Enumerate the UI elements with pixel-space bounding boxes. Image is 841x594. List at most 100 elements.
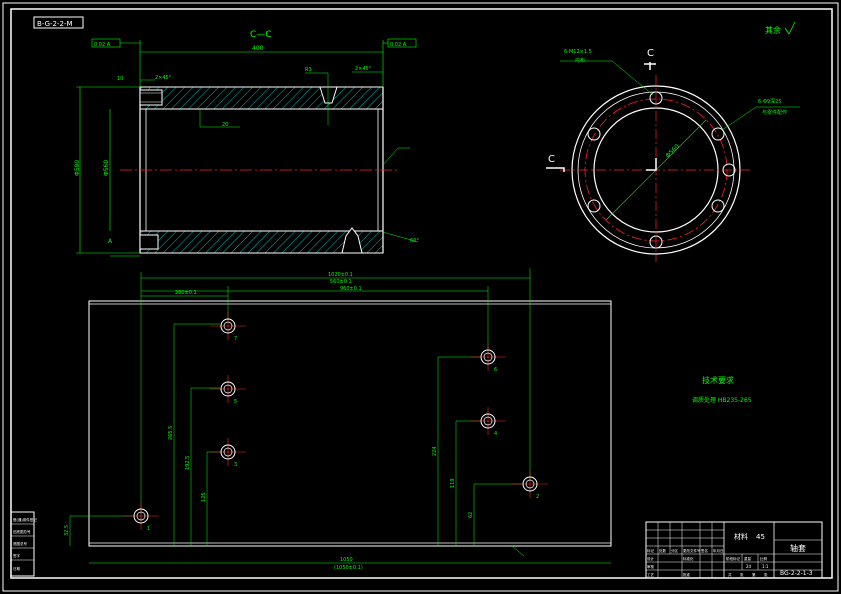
dim-width-tol-text: (1050±0.1) [334, 565, 363, 571]
tolerance-right-text: 0.02 A [390, 42, 407, 48]
row2-label: 标准化 [683, 556, 694, 561]
dim-length-text: 400 [252, 45, 264, 52]
title-block: 材料 45 轴套 BG-2-2-1-3 标记 处数 分区 更改文件号 签名 年月… [645, 521, 823, 579]
bore-depth-text: 20 [222, 122, 228, 128]
chamfer-2-text: 2×45° [355, 66, 372, 72]
vdim-3-text: 125 [201, 492, 207, 502]
row-label: 更改文件号 [683, 548, 701, 553]
section-mark-left: C [548, 154, 555, 165]
stamp-label: 底图总号 [13, 541, 27, 546]
vdim-5-text: 119 [450, 478, 456, 488]
layout-hole: 4 [470, 407, 506, 437]
layout-hole: 6 [470, 343, 506, 373]
vdim-7-text: 32.5 [64, 525, 70, 536]
hole-label: 5 [234, 399, 237, 405]
threaded-hole-bottom [139, 234, 159, 250]
leader-bottom-right [511, 545, 525, 557]
hole-label: 1 [147, 526, 150, 532]
stamp-label: 签字 [13, 553, 20, 558]
hole-label: 6 [494, 367, 497, 373]
bolt-hole-7 [587, 127, 601, 141]
stamp-label: 日期 [13, 566, 20, 571]
sheet-label: 共 [728, 572, 732, 577]
row-label: 签名 [701, 548, 708, 553]
layout-hole: 3 [210, 438, 246, 468]
small-label: 重量 [744, 556, 752, 561]
sheet-label: 第 [752, 572, 756, 577]
hole-label: 3 [234, 462, 237, 468]
roughness-symbol [784, 21, 796, 35]
hole-label: 2 [536, 494, 539, 500]
weight-value: 24 [746, 564, 752, 569]
dim-a-text: 960±0.1 [340, 286, 362, 292]
hole-note-text: 均布 [575, 57, 585, 64]
row2-label: 设计 [647, 556, 655, 561]
hole-note2-text: 与零件配作 [762, 109, 787, 116]
dim-b-text: 260±0.1 [175, 290, 197, 296]
section-view: C—C 400 0.02 A 0.02 A Φ590 Φ560 A 2×45° … [74, 30, 419, 257]
threaded-hole-top [139, 89, 163, 106]
vdim-1-text: 265.5 [168, 426, 174, 440]
row-label: 分区 [671, 548, 679, 553]
small-label: 阶段标记 [726, 556, 740, 561]
row3-label: 批准 [683, 572, 691, 577]
material-label: 材料 [734, 532, 748, 541]
small-label: 比例 [760, 556, 768, 561]
row-label: 年月日 [713, 548, 724, 553]
stamp-label: 旧底图总号 [13, 529, 31, 534]
drawing-code-text: B-G-2-2-M [37, 20, 73, 28]
pcd-text: Φ560 [664, 143, 681, 160]
cad-drawing: B-G-2-2-M C—C 400 0.02 A 0.02 A Φ590 Φ56… [2, 2, 839, 592]
leader-right [382, 147, 399, 166]
hole-label: 7 [234, 336, 237, 342]
row3-label: 工艺 [647, 572, 655, 577]
hole-label: 4 [494, 431, 497, 437]
tech-note: 调质处理 HB235-265 [692, 396, 752, 404]
row-label: 处数 [659, 548, 667, 553]
layout-hole: 1 [123, 502, 159, 532]
dim-c-text: 560±0.1 [330, 279, 352, 285]
section-title: C—C [250, 30, 272, 40]
section-arrow-top [644, 62, 656, 70]
developed-view: 1020±0.1 960±0.1 560±0.1 260±0.1 1050 (1… [64, 268, 752, 571]
row-label: 标记 [647, 548, 655, 553]
bolt-hole-6 [587, 199, 601, 213]
top-wall-hatch [139, 86, 384, 110]
scale-value: 1:1 [762, 564, 769, 569]
datum-ref-text: A [108, 238, 113, 245]
tolerance-left-text: 0.02 A [94, 42, 111, 48]
layout-hole: 2 [512, 470, 548, 500]
vdim-2-text: 192.5 [185, 456, 191, 470]
layout-hole: 7 [210, 312, 246, 342]
material-value: 45 [756, 533, 765, 541]
vdim-4-text: 224 [432, 446, 438, 456]
stamp-label: 借(通)用件登记 [13, 517, 37, 522]
dim-total-text: 1020±0.1 [328, 272, 353, 278]
plate-outline [88, 300, 612, 547]
angle-text: 60° [410, 238, 419, 244]
hole-spec-text: 6-M12×1.5 [564, 49, 592, 55]
end-view: Φ560 C C 6-M12×1.5 均布 6-Φ9深25 与零件配作 其余 [546, 21, 800, 262]
part-name: 轴套 [790, 543, 806, 553]
sheet-border-outer [2, 2, 839, 592]
section-arrow-center [646, 158, 657, 171]
row3-label: 审核 [647, 564, 655, 569]
bolt-hole-4 [711, 199, 725, 213]
layout-hole: 5 [210, 375, 246, 405]
dim-inner-dia-text: Φ560 [103, 160, 110, 176]
dim-width-text: 1050 [340, 557, 353, 563]
dim-outer-dia-text: Φ590 [74, 160, 81, 176]
chamfer-1-text: 2×45° [155, 75, 172, 81]
sheet-border-inner [10, 8, 833, 579]
groove-text: R3 [305, 67, 312, 73]
roughness-label: 其余 [765, 25, 781, 35]
sheet-label: 张 [764, 572, 768, 577]
leader-holespec2 [721, 106, 757, 131]
side-stamp: 借(通)用件登记 旧底图总号 底图总号 签字 日期 [10, 511, 37, 577]
drawing-number: BG-2-2-1-3 [780, 570, 813, 577]
sheet-label: 张 [740, 572, 744, 577]
vdim-6-text: 62 [468, 512, 474, 518]
hole-spec2-text: 6-Φ9深25 [758, 98, 781, 105]
section-mark-top: C [647, 48, 654, 59]
thread-depth-text: 10 [117, 76, 123, 82]
